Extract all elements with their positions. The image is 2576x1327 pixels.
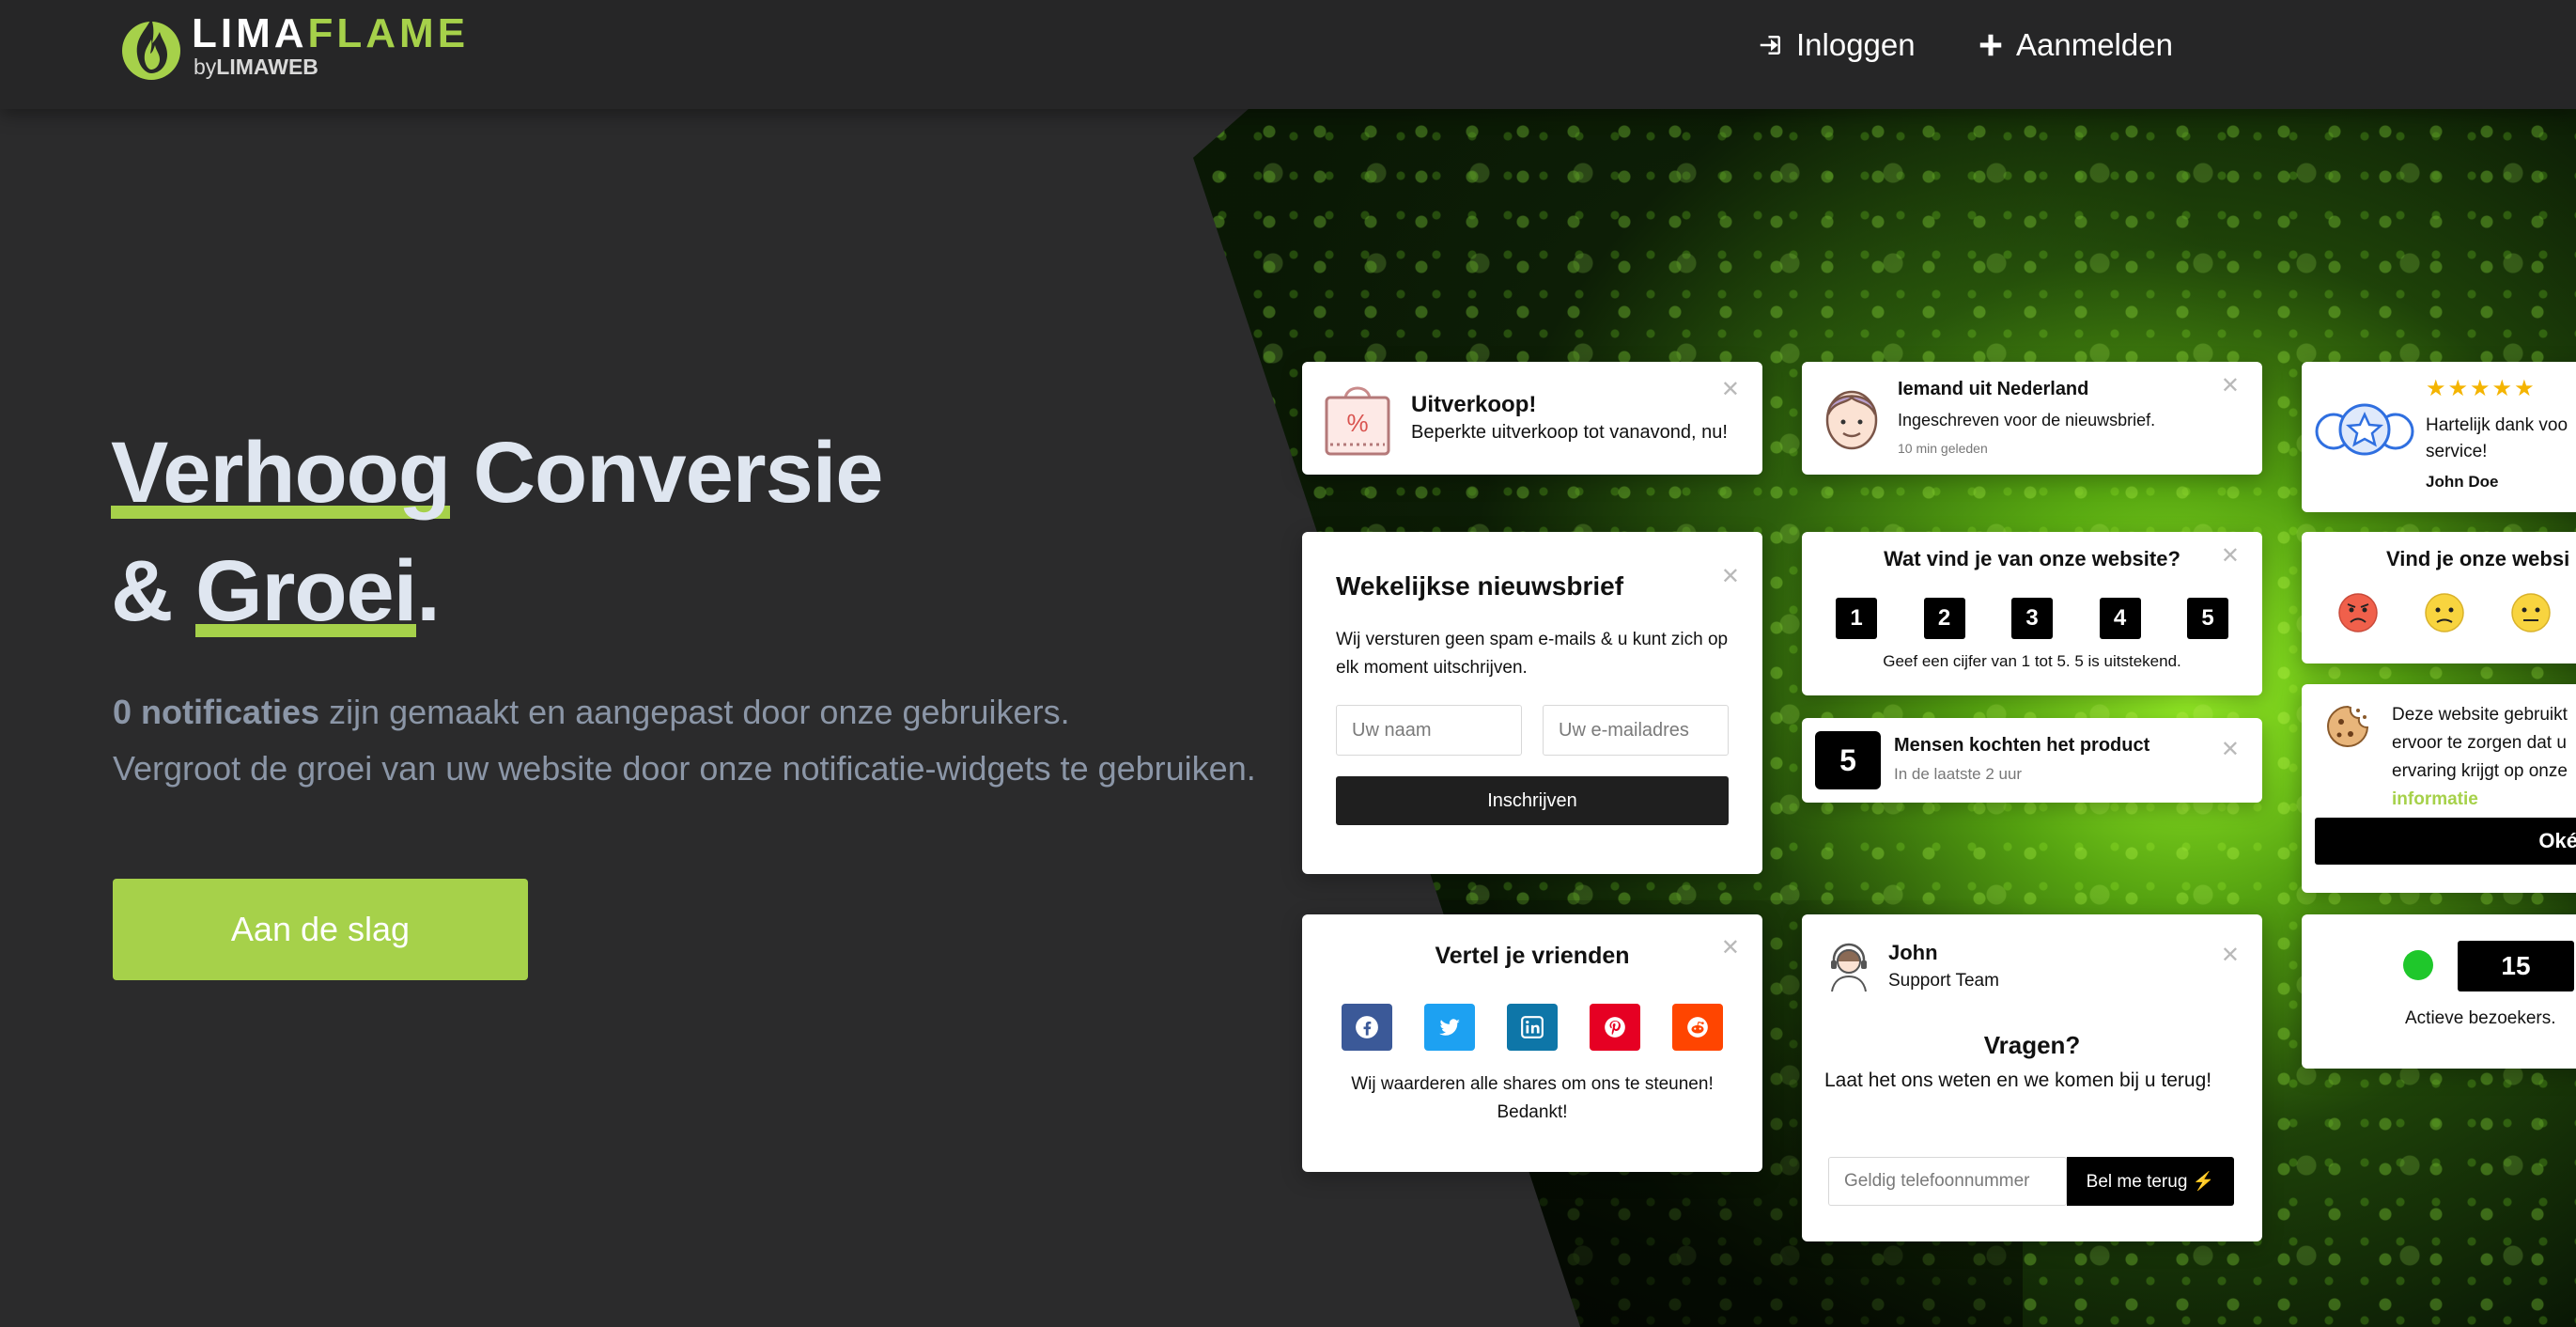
close-icon[interactable]: ✕ (1721, 566, 1740, 588)
login-label: Inloggen (1796, 27, 1916, 62)
signup-text: Ingeschreven voor de nieuwsbrief. (1898, 411, 2156, 429)
notification-count: 0 notificaties (113, 693, 320, 731)
rating-option-1[interactable]: 1 (1836, 598, 1877, 639)
signup-notification-card[interactable]: Iemand uit Nederland Ingeschreven voor d… (1802, 362, 2262, 475)
call-me-back-button[interactable]: Bel me terug ⚡ (2067, 1157, 2234, 1206)
newsletter-title: Wekelijkse nieuwsbrief (1336, 571, 1624, 601)
close-icon[interactable]: ✕ (2221, 739, 2240, 761)
share-buttons (1342, 1004, 1723, 1051)
twitter-share-button[interactable] (1424, 1004, 1475, 1051)
close-icon[interactable]: ✕ (2221, 945, 2240, 967)
cookie-icon (2324, 703, 2371, 750)
hero-subtitle: 0 notificaties zijn gemaakt en aangepast… (113, 693, 1256, 788)
website-rating-card: Wat vind je van onze website? 1 2 3 4 5 … (1802, 532, 2262, 695)
review-text: Hartelijk dank voo service! (2426, 415, 2568, 461)
login-link[interactable]: Inloggen (1757, 23, 1916, 68)
sale-notification-card[interactable]: % Uitverkoop! Beperkte uitverkoop tot va… (1302, 362, 1762, 475)
register-label: Aanmelden (2016, 27, 2173, 62)
review-notification-card[interactable]: ★★★★★ Hartelijk dank voo service! John D… (2302, 362, 2576, 512)
cookie-text: Deze website gebruikt ervoor te zorgen d… (2392, 701, 2568, 814)
callback-request-card: John Support Team Vragen? Laat het ons w… (1802, 914, 2262, 1241)
sale-text: Beperkte uitverkoop tot vanavond, nu! (1411, 422, 1728, 443)
pinterest-share-button[interactable] (1590, 1004, 1640, 1051)
top-navbar: LIMAFLAME byLIMAWEB Inloggen Aanmelden (0, 0, 2576, 109)
facebook-share-button[interactable] (1342, 1004, 1392, 1051)
purchase-count: 5 (1815, 731, 1881, 789)
flame-logo-icon (122, 19, 180, 80)
active-visitors-card: 15 Actieve bezoekers. (2302, 914, 2576, 1069)
plus-icon (1979, 34, 2002, 56)
cookie-consent-card: Deze website gebruikt ervoor te zorgen d… (2302, 684, 2576, 893)
register-link[interactable]: Aanmelden (1977, 23, 2173, 68)
reddit-icon (1687, 1017, 1708, 1038)
facebook-icon (1356, 1016, 1378, 1038)
share-card: Vertel je vrienden Wij waarderen alle sh… (1302, 914, 1762, 1172)
shopping-bag-icon: % (1321, 377, 1394, 458)
share-title: Vertel je vrienden (1435, 943, 1630, 969)
person-avatar-icon (1819, 381, 1885, 452)
signup-title: Iemand uit Nederland (1898, 379, 2089, 399)
pinterest-icon (1605, 1017, 1625, 1038)
badge-star-icon (2313, 398, 2416, 463)
sad-face-icon[interactable] (2424, 592, 2465, 633)
rating-options: 1 2 3 4 5 (1836, 598, 2228, 639)
share-text: Wij waarderen alle shares om ons te steu… (1351, 1074, 1714, 1122)
phone-number-input[interactable] (1828, 1157, 2067, 1206)
recent-purchases-card[interactable]: 5 Mensen kochten het product In de laats… (1802, 718, 2262, 803)
agent-name: John (1888, 941, 1938, 964)
rating-hint: Geef een cijfer van 1 tot 5. 5 is uitste… (1883, 652, 2181, 670)
cookie-info-link[interactable]: informatie (2392, 786, 2568, 814)
active-visitors-label: Actieve bezoekers. (2405, 1008, 2556, 1028)
close-icon[interactable]: ✕ (2221, 375, 2240, 398)
cookie-accept-button[interactable]: Oké (2315, 818, 2576, 865)
newsletter-text: Wij versturen geen spam e-mails & u kunt… (1336, 630, 1729, 678)
purchases-sub: In de laatste 2 uur (1894, 765, 2023, 783)
svg-text:%: % (1346, 409, 1368, 437)
rating-option-3[interactable]: 3 (2011, 598, 2053, 639)
highlight-groei: Groei (195, 532, 417, 650)
close-icon[interactable]: ✕ (1721, 937, 1740, 960)
limaflame-logo[interactable]: LIMAFLAME byLIMAWEB (118, 8, 466, 83)
angry-face-icon[interactable] (2337, 592, 2379, 633)
rating-title: Wat vind je van onze website? (1884, 547, 2180, 570)
emoji-feedback-card: Vind je onze websi (2302, 532, 2576, 664)
callback-title: Vragen? (1983, 1031, 2081, 1059)
logo-wordmark: LIMAFLAME (192, 10, 470, 56)
purchases-title: Mensen kochten het product (1894, 735, 2150, 756)
rating-option-5[interactable]: 5 (2187, 598, 2228, 639)
callback-text: Laat het ons weten en we komen bij u ter… (1824, 1069, 2212, 1091)
rating-stars: ★★★★★ (2426, 376, 2537, 401)
sign-in-icon (1760, 36, 1780, 55)
rating-option-4[interactable]: 4 (2099, 598, 2141, 639)
close-icon[interactable]: ✕ (1721, 379, 1740, 401)
signup-time: 10 min geleden (1898, 441, 1988, 456)
newsletter-email-input[interactable] (1543, 705, 1729, 756)
agent-role: Support Team (1888, 971, 1999, 991)
reddit-share-button[interactable] (1672, 1004, 1723, 1051)
logo-subtitle: byLIMAWEB (194, 55, 318, 79)
review-author: John Doe (2426, 473, 2499, 491)
newsletter-card: Wekelijkse nieuwsbrief Wij versturen gee… (1302, 532, 1762, 874)
hero-heading: Verhoog Conversie & Groei. (111, 414, 883, 650)
active-visitor-count: 15 (2458, 941, 2574, 991)
active-status-dot (2403, 950, 2433, 980)
support-agent-icon (1826, 941, 1871, 993)
twitter-icon (1439, 1019, 1460, 1036)
get-started-button[interactable]: Aan de slag (113, 879, 528, 980)
neutral-face-icon[interactable] (2510, 592, 2552, 633)
emoji-feedback-title: Vind je onze websi (2386, 547, 2570, 570)
subscribe-button[interactable]: Inschrijven (1336, 776, 1729, 825)
highlight-verhoog: Verhoog (111, 414, 451, 532)
newsletter-name-input[interactable] (1336, 705, 1522, 756)
sale-title: Uitverkoop! (1411, 392, 1537, 417)
linkedin-share-button[interactable] (1507, 1004, 1558, 1051)
linkedin-icon (1521, 1016, 1544, 1038)
rating-option-2[interactable]: 2 (1923, 598, 1965, 639)
close-icon[interactable]: ✕ (2221, 545, 2240, 568)
